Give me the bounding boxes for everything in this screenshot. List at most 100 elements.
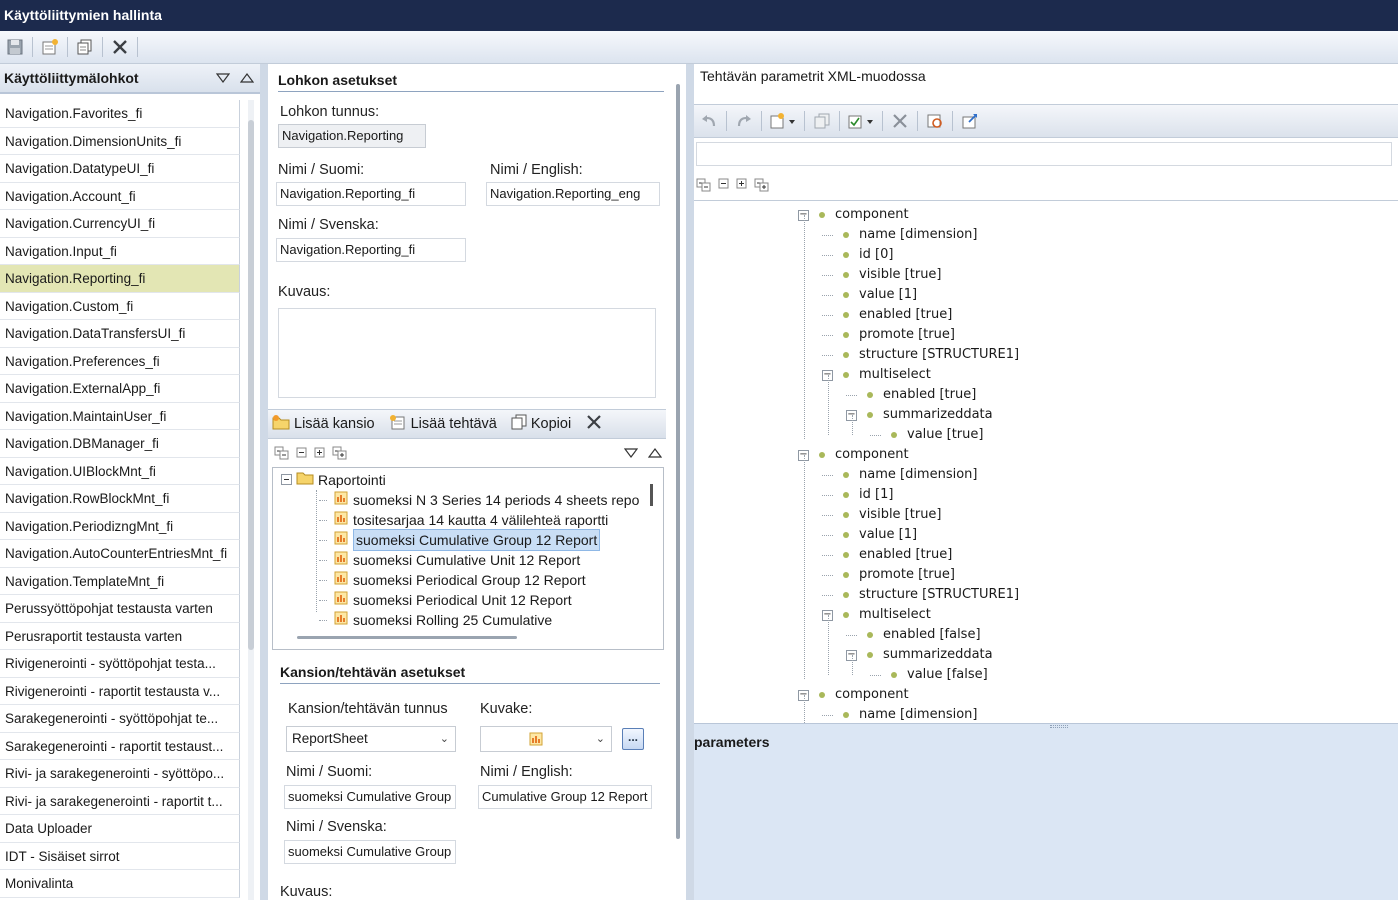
- task-name-fi-field[interactable]: suomeksi Cumulative Group: [284, 785, 456, 809]
- block-list-item[interactable]: Navigation.TemplateMnt_fi: [0, 567, 240, 595]
- xml-search-input[interactable]: [696, 142, 1392, 166]
- xml-node[interactable]: − multiselect: [822, 365, 931, 385]
- block-list-item[interactable]: Navigation.DimensionUnits_fi: [0, 127, 240, 155]
- xml-node[interactable]: name [dimension]: [822, 465, 978, 485]
- block-list-item[interactable]: Sarakegenerointi - raportit testaust...: [0, 732, 240, 760]
- xml-node[interactable]: enabled [false]: [846, 625, 981, 645]
- tree-task-item[interactable]: tositesarjaa 14 kautta 4 välilehteä rapo…: [319, 510, 608, 530]
- save-icon[interactable]: [4, 36, 26, 58]
- xml-node[interactable]: value [1]: [822, 525, 917, 545]
- tree-task-item[interactable]: suomeksi N 3 Series 14 periods 4 sheets …: [319, 490, 639, 510]
- collapse-all-icon[interactable]: [274, 446, 290, 463]
- collapse-down-icon[interactable]: [215, 70, 231, 86]
- collapse-icon[interactable]: [296, 447, 308, 462]
- task-icon-select[interactable]: ⌄: [480, 726, 612, 752]
- block-list-item[interactable]: Navigation.MaintainUser_fi: [0, 402, 240, 430]
- block-list-item[interactable]: Rivi- ja sarakegenerointi - syöttöpo...: [0, 760, 240, 788]
- xml-node[interactable]: name [dimension]: [822, 225, 978, 245]
- block-name-en-field[interactable]: Navigation.Reporting_eng: [486, 182, 660, 206]
- xml-node[interactable]: id [0]: [822, 245, 893, 265]
- block-list-item[interactable]: Navigation.UIBlockMnt_fi: [0, 457, 240, 485]
- xml-node[interactable]: structure [STRUCTURE1]: [822, 585, 1019, 605]
- folder-tree-vscrollbar[interactable]: [650, 484, 653, 506]
- xml-node[interactable]: value [1]: [822, 285, 917, 305]
- copy-node-icon[interactable]: [811, 110, 833, 132]
- export-icon[interactable]: [959, 110, 981, 132]
- expand-icon[interactable]: [314, 447, 326, 462]
- xml-node[interactable]: id [1]: [822, 485, 893, 505]
- xml-node[interactable]: value [true]: [870, 425, 983, 445]
- xml-node[interactable]: promote [true]: [822, 325, 955, 345]
- task-id-select[interactable]: ReportSheet ⌄: [286, 726, 456, 752]
- block-list-item[interactable]: Perusraportit testausta varten: [0, 622, 240, 650]
- expand-all-icon[interactable]: [332, 446, 348, 463]
- validate-dropdown-icon[interactable]: [846, 110, 876, 132]
- xml-node[interactable]: − multiselect: [822, 605, 931, 625]
- add-task-button[interactable]: Lisää tehtävä: [389, 414, 497, 434]
- folder-tree-hscrollbar[interactable]: [297, 636, 517, 639]
- block-list-item[interactable]: Navigation.DatatypeUI_fi: [0, 155, 240, 183]
- redo-icon[interactable]: [733, 110, 755, 132]
- block-list-item[interactable]: Navigation.CurrencyUI_fi: [0, 210, 240, 238]
- block-list-item[interactable]: Navigation.DBManager_fi: [0, 430, 240, 458]
- block-list-item[interactable]: Rivigenerointi - raportit testausta v...: [0, 677, 240, 705]
- xml-node-component[interactable]: − component: [798, 445, 909, 465]
- expand-icon[interactable]: [736, 178, 748, 195]
- delete-task-button[interactable]: [585, 413, 603, 435]
- block-list-item[interactable]: Sarakegenerointi - syöttöpohjat te...: [0, 705, 240, 733]
- xml-node[interactable]: enabled [true]: [822, 305, 952, 325]
- block-list-item[interactable]: Data Uploader: [0, 815, 240, 843]
- block-list-item[interactable]: Monivalinta: [0, 870, 240, 898]
- tree-task-item[interactable]: suomeksi Rolling 25 Cumulative: [319, 610, 552, 630]
- refresh-icon[interactable]: [924, 110, 946, 132]
- block-list-item[interactable]: IDT - Sisäiset sirrot: [0, 842, 240, 870]
- collapse-all-icon[interactable]: [696, 178, 712, 195]
- tree-task-item[interactable]: suomeksi Cumulative Group 12 Report: [319, 529, 601, 551]
- xml-node-component[interactable]: − component: [798, 685, 909, 705]
- xml-node[interactable]: enabled [true]: [822, 545, 952, 565]
- add-folder-button[interactable]: Lisää kansio: [272, 414, 375, 434]
- splitter-left[interactable]: [260, 64, 268, 900]
- tree-task-item[interactable]: suomeksi Cumulative Unit 12 Report: [319, 550, 580, 570]
- block-list-item[interactable]: Navigation.Custom_fi: [0, 292, 240, 320]
- xml-node[interactable]: promote [true]: [822, 565, 955, 585]
- move-down-icon[interactable]: [623, 446, 639, 461]
- xml-node[interactable]: name [dimension]: [822, 705, 978, 723]
- splitter-right[interactable]: [686, 64, 694, 900]
- block-list-item[interactable]: Rivigenerointi - syöttöpohjat testa...: [0, 650, 240, 678]
- delete-icon[interactable]: [109, 36, 131, 58]
- block-list-item[interactable]: Navigation.ExternalApp_fi: [0, 375, 240, 403]
- undo-icon[interactable]: [698, 110, 720, 132]
- block-list-item[interactable]: Navigation.Account_fi: [0, 182, 240, 210]
- xml-node[interactable]: structure [STRUCTURE1]: [822, 345, 1019, 365]
- block-list-item[interactable]: Navigation.DataTransfersUI_fi: [0, 320, 240, 348]
- task-name-en-field[interactable]: Cumulative Group 12 Report: [478, 785, 652, 809]
- copy-task-button[interactable]: Kopioi: [511, 414, 571, 434]
- block-name-fi-field[interactable]: Navigation.Reporting_fi: [276, 182, 466, 206]
- xml-node[interactable]: visible [true]: [822, 265, 942, 285]
- collapse-icon[interactable]: [718, 178, 730, 195]
- block-list-item[interactable]: Rivi- ja sarakegenerointi - raportit t..…: [0, 787, 240, 815]
- tree-root-folder[interactable]: Raportointi: [281, 470, 386, 490]
- move-up-icon[interactable]: [647, 446, 663, 461]
- block-name-sv-field[interactable]: Navigation.Reporting_fi: [276, 238, 466, 262]
- xml-node[interactable]: visible [true]: [822, 505, 942, 525]
- settings-scrollbar[interactable]: [676, 84, 680, 839]
- collapse-node-icon[interactable]: [281, 470, 292, 490]
- collapse-up-icon[interactable]: [239, 70, 255, 86]
- task-name-sv-field[interactable]: suomeksi Cumulative Group: [284, 840, 456, 864]
- block-list-item[interactable]: Navigation.PeriodizngMnt_fi: [0, 512, 240, 540]
- xml-node[interactable]: value [false]: [870, 665, 988, 685]
- block-list-item[interactable]: Perussyöttöpohjat testausta varten: [0, 595, 240, 623]
- browse-icon-button[interactable]: ...: [622, 728, 644, 750]
- new-block-icon[interactable]: [39, 36, 61, 58]
- delete-node-icon[interactable]: [889, 110, 911, 132]
- xml-node-component[interactable]: − component: [798, 205, 909, 225]
- block-list-scrollbar[interactable]: [248, 100, 254, 900]
- expand-all-icon[interactable]: [754, 178, 770, 195]
- xml-node[interactable]: enabled [true]: [846, 385, 976, 405]
- block-id-field[interactable]: Navigation.Reporting: [278, 124, 426, 148]
- block-list-item[interactable]: Navigation.AutoCounterEntriesMnt_fi: [0, 540, 240, 568]
- block-description-field[interactable]: [278, 308, 656, 398]
- xml-node[interactable]: − summarizeddata: [846, 645, 993, 665]
